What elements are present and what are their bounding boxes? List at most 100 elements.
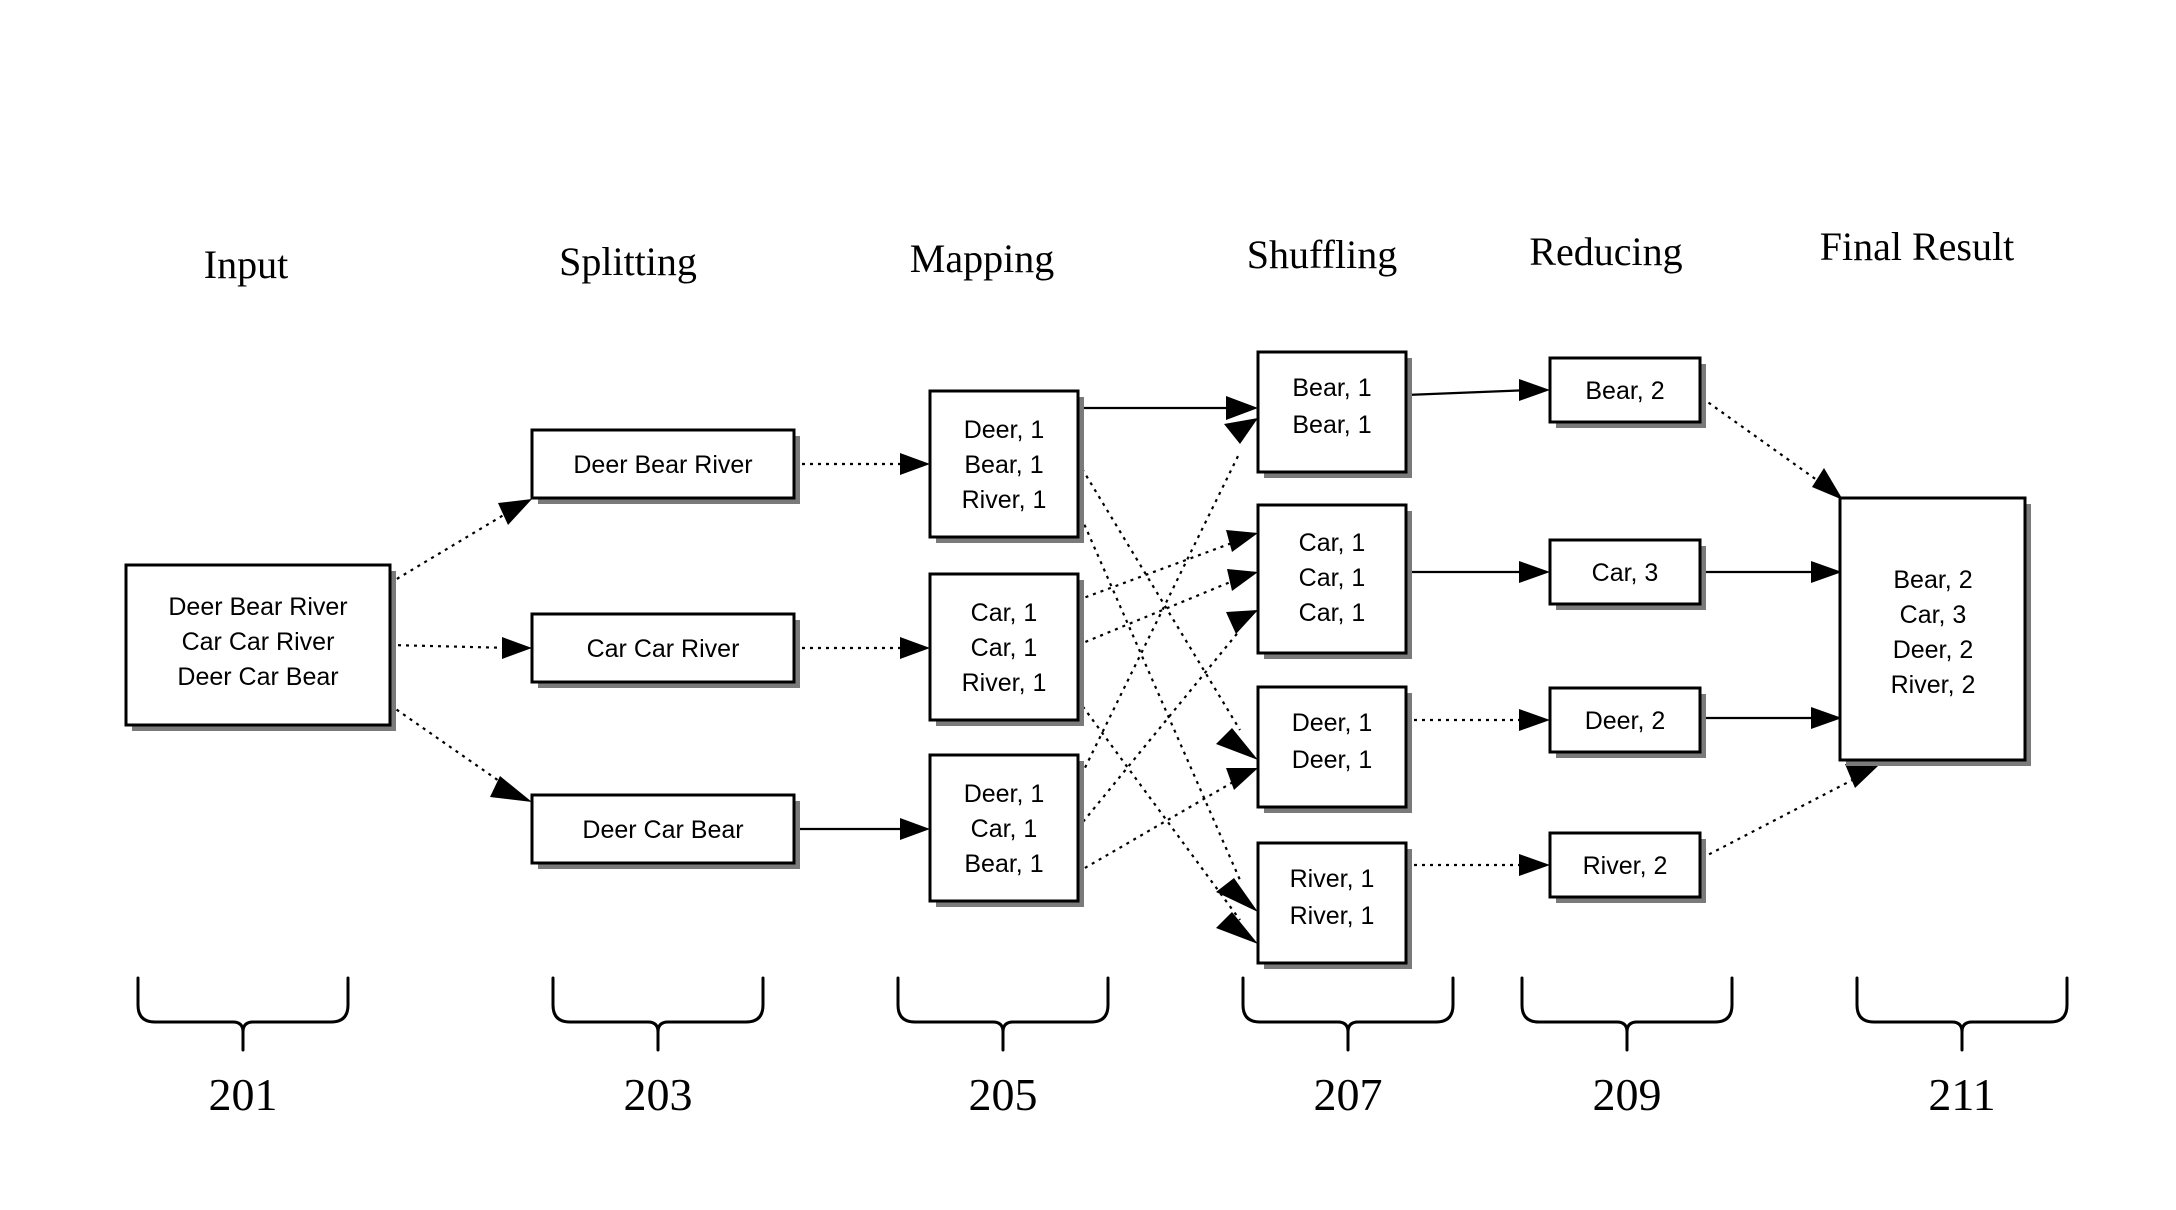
map-box-1-line-1: Deer, 1 — [964, 416, 1045, 444]
conn-map-3-to-shuffle-3 — [1077, 777, 1241, 873]
reduce-box-4-label: River, 2 — [1583, 852, 1668, 880]
conn-map-1-to-shuffle-3 — [1077, 461, 1241, 731]
arrowhead-split-2 — [502, 637, 532, 659]
shuffle-box-2[interactable]: Car, 1 Car, 1 Car, 1 — [1256, 503, 1412, 659]
split-box-1-label: Deer Bear River — [573, 451, 752, 479]
connectors-split-map — [794, 453, 930, 840]
ref-number-split: 203 — [624, 1069, 693, 1120]
map-box-2[interactable]: Car, 1 Car, 1 River, 1 — [928, 572, 1084, 726]
connectors-input-split — [389, 499, 532, 802]
arrowhead-shuffle-3b — [1226, 768, 1258, 790]
stage-header-mapping: Mapping — [910, 236, 1054, 281]
final-result-box[interactable]: Bear, 2 Car, 3 Deer, 2 River, 2 — [1838, 496, 2031, 766]
input-box[interactable]: Deer Bear River Car Car River Deer Car B… — [124, 563, 396, 731]
arrowhead-shuffle-2a — [1226, 530, 1258, 552]
arrowhead-shuffle-4b — [1216, 912, 1258, 944]
map-box-1-line-2: Bear, 1 — [964, 451, 1043, 479]
map-box-1[interactable]: Deer, 1 Bear, 1 River, 1 — [928, 389, 1084, 543]
brace-input — [136, 976, 350, 1052]
conn-input-to-split-1 — [389, 509, 513, 584]
arrowhead-reduce-4 — [1519, 854, 1550, 876]
reference-braces: 201 203 205 207 209 211 — [136, 976, 2069, 1120]
map-box-3[interactable]: Deer, 1 Car, 1 Bear, 1 — [928, 753, 1084, 907]
input-box-line-2: Car Car River — [182, 628, 335, 656]
map-box-3-line-3: Bear, 1 — [964, 850, 1043, 878]
brace-final — [1855, 976, 2069, 1052]
final-result-line-4: River, 2 — [1891, 671, 1976, 699]
arrowhead-map-2 — [900, 637, 930, 659]
ref-number-shuffle: 207 — [1314, 1069, 1383, 1120]
stage-headers: Input Splitting Mapping Shuffling Reduci… — [204, 224, 2014, 287]
stage-header-final-result: Final Result — [1820, 224, 2014, 269]
shuffle-box-1-line-1: Bear, 1 — [1292, 374, 1371, 402]
split-box-3-label: Deer Car Bear — [582, 816, 743, 844]
arrowhead-shuffle-3a — [1216, 728, 1258, 760]
arrowhead-reduce-1 — [1519, 379, 1550, 401]
arrowhead-shuffle-2c — [1226, 610, 1258, 634]
arrowhead-map-1 — [900, 453, 930, 475]
shuffle-box-1[interactable]: Bear, 1 Bear, 1 — [1256, 350, 1412, 478]
map-box-2-line-1: Car, 1 — [971, 599, 1038, 627]
arrowhead-final-1 — [1812, 468, 1843, 500]
reduce-box-3-label: Deer, 2 — [1585, 707, 1666, 735]
conn-map-1-to-shuffle-4 — [1076, 509, 1242, 881]
brace-shuffle — [1241, 976, 1455, 1052]
ref-number-input: 201 — [209, 1069, 278, 1120]
stage-header-reducing: Reducing — [1529, 229, 1682, 274]
arrowhead-shuffle-1a — [1226, 396, 1258, 420]
mapreduce-diagram: Input Splitting Mapping Shuffling Reduci… — [0, 0, 2176, 1210]
conn-input-to-split-3 — [389, 704, 513, 791]
arrowhead-shuffle-1b — [1224, 418, 1258, 444]
split-box-2[interactable]: Car Car River — [530, 612, 800, 688]
shuffle-box-4-line-2: River, 1 — [1290, 902, 1375, 930]
arrowhead-map-3 — [900, 818, 930, 840]
conn-input-to-split-2 — [389, 643, 513, 650]
shuffle-box-4-line-1: River, 1 — [1290, 865, 1375, 893]
stage-header-shuffling: Shuffling — [1247, 232, 1397, 277]
conn-map-2-to-shuffle-2 — [1077, 538, 1241, 602]
split-box-1[interactable]: Deer Bear River — [530, 428, 800, 504]
ref-number-final: 211 — [1928, 1069, 1995, 1120]
reduce-box-2[interactable]: Car, 3 — [1548, 538, 1706, 610]
arrowhead-final-2 — [1811, 561, 1842, 583]
stage-header-input: Input — [204, 242, 288, 287]
reduce-box-1[interactable]: Bear, 2 — [1548, 356, 1706, 428]
ref-number-reduce: 209 — [1593, 1069, 1662, 1120]
arrowhead-split-1 — [498, 499, 532, 525]
conn-reduce-1-to-final — [1701, 397, 1829, 489]
reduce-box-4[interactable]: River, 2 — [1548, 831, 1706, 903]
brace-map — [896, 976, 1110, 1052]
shuffle-box-2-line-1: Car, 1 — [1299, 529, 1366, 557]
connectors-map-shuffle — [1076, 396, 1258, 944]
brace-reduce — [1520, 976, 1734, 1052]
final-result-box-rect — [1838, 496, 2027, 762]
arrowhead-final-3 — [1811, 707, 1842, 729]
map-box-3-line-2: Car, 1 — [971, 815, 1038, 843]
shuffle-box-2-line-2: Car, 1 — [1299, 564, 1366, 592]
map-box-3-line-1: Deer, 1 — [964, 780, 1045, 808]
map-box-2-line-3: River, 1 — [962, 669, 1047, 697]
conn-map-3-to-shuffle-2 — [1077, 629, 1241, 829]
shuffle-box-4[interactable]: River, 1 River, 1 — [1256, 841, 1412, 969]
arrowhead-reduce-2 — [1519, 561, 1550, 583]
split-box-3[interactable]: Deer Car Bear — [530, 793, 800, 869]
brace-split — [551, 976, 765, 1052]
connectors-shuffle-reduce — [1405, 379, 1550, 876]
shuffle-box-3-line-2: Deer, 1 — [1292, 746, 1373, 774]
input-box-line-1: Deer Bear River — [168, 593, 347, 621]
conn-map-2-to-shuffle-2b — [1077, 576, 1241, 647]
final-result-line-1: Bear, 2 — [1893, 566, 1972, 594]
shuffle-box-2-line-3: Car, 1 — [1299, 599, 1366, 627]
input-box-line-3: Deer Car Bear — [177, 663, 338, 691]
arrowhead-final-4 — [1845, 764, 1878, 788]
shuffle-box-1-line-2: Bear, 1 — [1292, 411, 1371, 439]
shuffle-box-3-line-1: Deer, 1 — [1292, 709, 1373, 737]
reduce-box-3[interactable]: Deer, 2 — [1548, 686, 1706, 758]
stage-header-splitting: Splitting — [559, 239, 697, 284]
reduce-box-2-label: Car, 3 — [1592, 559, 1659, 587]
shuffle-box-3[interactable]: Deer, 1 Deer, 1 — [1256, 685, 1412, 813]
conn-shuffle-1-to-reduce-1 — [1405, 388, 1533, 397]
reduce-box-1-label: Bear, 2 — [1585, 377, 1664, 405]
map-box-2-line-2: Car, 1 — [971, 634, 1038, 662]
map-box-1-line-3: River, 1 — [962, 486, 1047, 514]
